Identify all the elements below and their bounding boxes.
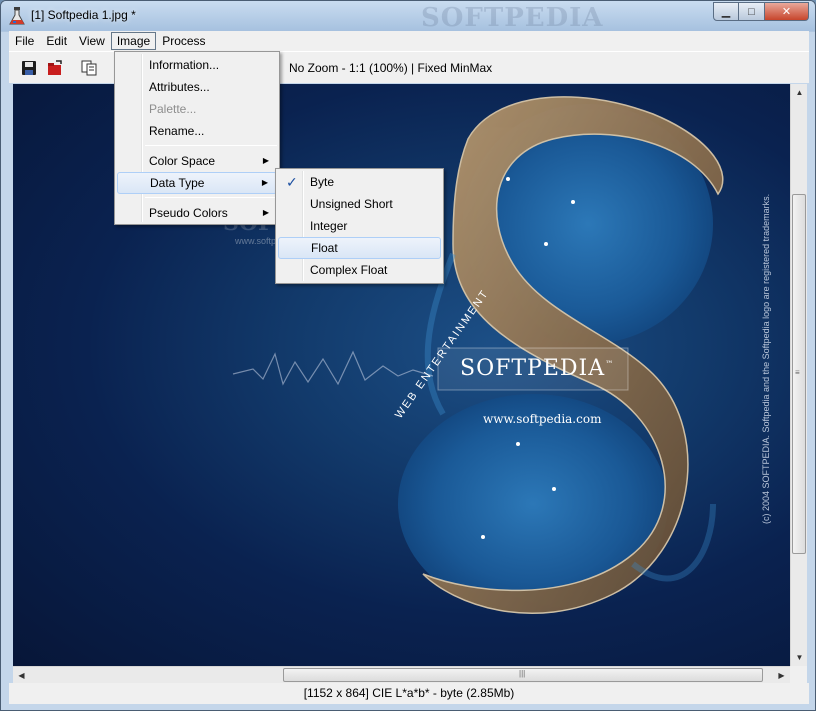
menu-item-label: Complex Float — [310, 263, 388, 277]
menu-bar: File Edit View Image Process — [9, 31, 809, 51]
title-watermark: SOFTPEDIA — [421, 3, 604, 33]
menu-item-label: Pseudo Colors — [149, 206, 228, 220]
menu-item-information[interactable]: Information... — [117, 54, 277, 76]
copyright-text: (c) 2004 SOFTPEDIA. Softpedia and the So… — [761, 193, 771, 524]
main-window: [1] Softpedia 1.jpg * SOFTPEDIA ▁ □ ✕ Fi… — [0, 0, 816, 711]
scroll-right-arrow-icon[interactable]: ▶ — [773, 667, 790, 684]
menu-item-byte[interactable]: ✓ Byte — [278, 171, 441, 193]
maximize-button[interactable]: □ — [739, 2, 765, 21]
image-menu: Information... Attributes... Palette... … — [114, 51, 280, 225]
close-icon: ✕ — [781, 6, 792, 18]
scroll-down-arrow-icon[interactable]: ▼ — [791, 649, 808, 666]
checkmark-icon: ✓ — [286, 174, 298, 190]
menu-edit[interactable]: Edit — [40, 32, 73, 50]
menu-item-label: Float — [311, 241, 338, 255]
menu-item-attributes[interactable]: Attributes... — [117, 76, 277, 98]
menu-item-label: Byte — [310, 175, 335, 189]
vertical-scrollbar[interactable]: ▲ ≡ ▼ — [790, 84, 807, 666]
menu-item-integer[interactable]: Integer — [278, 215, 441, 237]
submenu-arrow-icon: ▶ — [262, 208, 269, 217]
menu-item-label: Attributes... — [149, 80, 210, 94]
close-button[interactable]: ✕ — [765, 2, 809, 21]
scroll-up-arrow-icon[interactable]: ▲ — [791, 84, 808, 101]
menu-item-label: Integer — [310, 219, 348, 233]
submenu-arrow-icon: ▶ — [262, 156, 269, 165]
softpedia-logo-text: SOFTPEDIA™ — [460, 356, 614, 381]
menu-item-label: Information... — [149, 58, 220, 72]
open-icon[interactable] — [47, 60, 63, 76]
menu-item-label: Rename... — [149, 124, 205, 138]
menu-item-float[interactable]: Float — [278, 237, 441, 259]
menu-item-data-type[interactable]: Data Type ▶ — [117, 172, 277, 194]
horizontal-grip-icon: ||| — [519, 669, 526, 678]
softpedia-url: www.softpedia.com — [483, 412, 602, 426]
zoom-info: No Zoom - 1:1 (100%) | Fixed MinMax — [289, 61, 493, 75]
menu-item-label: Palette... — [149, 102, 197, 116]
menu-item-label: Unsigned Short — [310, 197, 393, 211]
status-bar: [1152 x 864] CIE L*a*b* - byte (2.85Mb) — [9, 683, 809, 704]
menu-item-rename[interactable]: Rename... — [117, 120, 277, 142]
copy-icon[interactable] — [81, 60, 97, 76]
scroll-left-arrow-icon[interactable]: ◀ — [13, 667, 30, 684]
menu-item-label: Color Space — [149, 154, 216, 168]
submenu-arrow-icon: ▶ — [261, 178, 268, 187]
flask-app-icon — [9, 7, 25, 25]
horizontal-scrollbar[interactable]: ◀ ||| ▶ — [13, 666, 790, 683]
menu-item-pseudo-colors[interactable]: Pseudo Colors ▶ — [117, 202, 277, 224]
trademark-symbol: ™ — [605, 359, 615, 369]
menu-separator — [145, 197, 277, 198]
menu-item-color-space[interactable]: Color Space ▶ — [117, 150, 277, 172]
title-bar[interactable]: [1] Softpedia 1.jpg * SOFTPEDIA ▁ □ ✕ — [1, 1, 815, 33]
menu-image[interactable]: Image — [110, 31, 157, 50]
menu-item-palette: Palette... — [117, 98, 277, 120]
window-title: [1] Softpedia 1.jpg * — [31, 8, 136, 22]
menu-process[interactable]: Process — [156, 32, 211, 50]
save-icon[interactable] — [21, 60, 37, 76]
scrollbar-corner — [790, 666, 807, 683]
brand-name: SOFTPEDIA — [460, 356, 606, 381]
minimize-button[interactable]: ▁ — [713, 2, 739, 21]
maximize-icon: □ — [748, 5, 755, 18]
data-type-submenu: ✓ Byte Unsigned Short Integer Float Compl… — [275, 168, 444, 284]
menu-item-complex-float[interactable]: Complex Float — [278, 259, 441, 281]
menu-file[interactable]: File — [9, 32, 40, 50]
menu-view[interactable]: View — [73, 32, 111, 50]
minimize-icon: ▁ — [721, 6, 731, 18]
vertical-grip-icon: ≡ — [795, 368, 800, 377]
menu-separator — [145, 145, 277, 146]
menu-item-unsigned-short[interactable]: Unsigned Short — [278, 193, 441, 215]
menu-item-label: Data Type — [150, 176, 205, 190]
